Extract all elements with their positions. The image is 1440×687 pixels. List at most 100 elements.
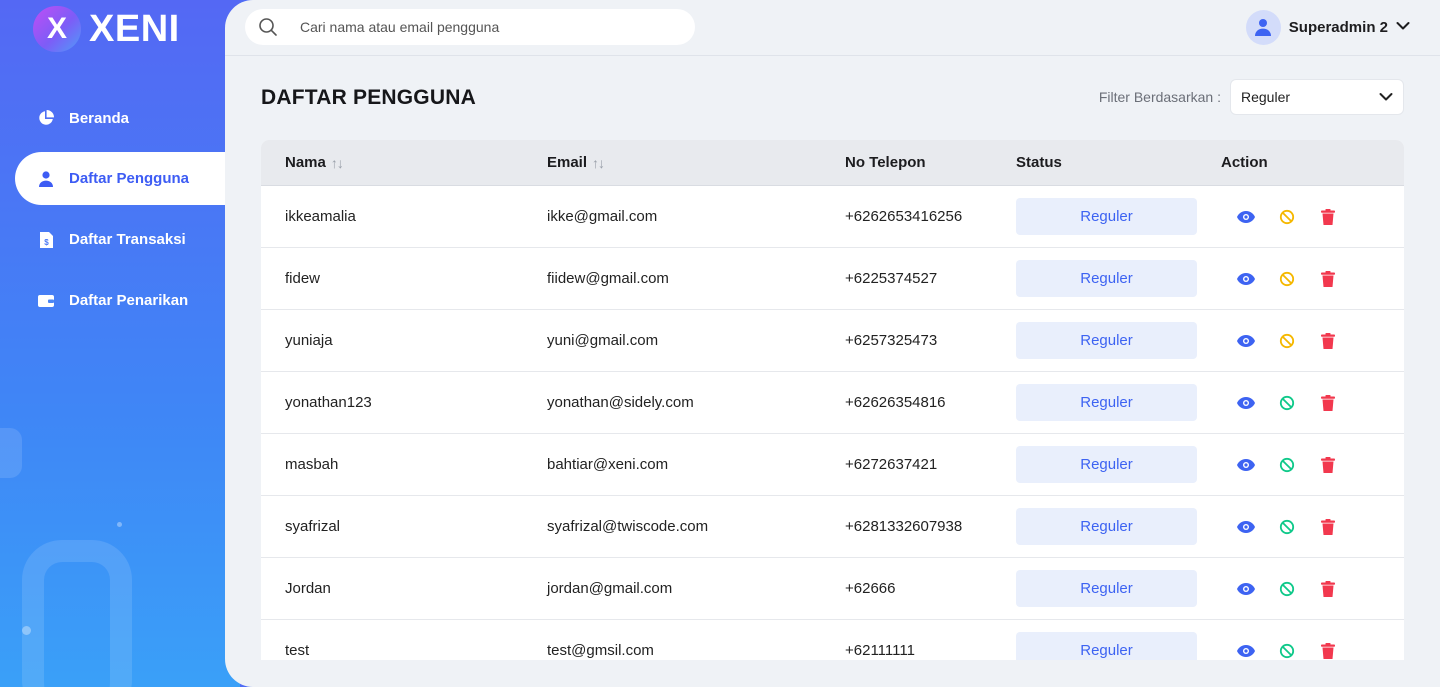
page-title: DAFTAR PENGGUNA xyxy=(261,86,476,109)
block-user-icon[interactable] xyxy=(1277,269,1297,289)
cell-name: test xyxy=(285,642,310,659)
delete-trash-icon[interactable] xyxy=(1318,393,1338,413)
cell-name: Jordan xyxy=(285,580,331,597)
view-eye-icon[interactable] xyxy=(1236,517,1256,537)
cell-phone: +62111111 xyxy=(845,642,915,659)
brand-logo[interactable]: X XENI xyxy=(33,6,180,52)
delete-trash-icon[interactable] xyxy=(1318,517,1338,537)
table-row: ikkeamalia ikke@gmail.com +6262653416256 Re… xyxy=(261,186,1404,248)
search-bar[interactable] xyxy=(245,9,695,45)
user-table: Nama ↑↓ Email ↑↓ No Telepon Status Actio… xyxy=(261,140,1404,660)
cell-name: ikkeamalia xyxy=(285,208,356,225)
cell-status: Reguler xyxy=(1016,198,1221,235)
cell-status: Reguler xyxy=(1016,632,1221,660)
status-badge[interactable]: Reguler xyxy=(1016,198,1197,235)
sort-icon[interactable]: ↑↓ xyxy=(331,155,344,171)
delete-trash-icon[interactable] xyxy=(1318,579,1338,599)
status-badge[interactable]: Reguler xyxy=(1016,322,1197,359)
top-bar: Superadmin 2 xyxy=(225,0,1440,56)
cell-status: Reguler xyxy=(1016,384,1221,421)
search-icon xyxy=(257,16,279,38)
cell-actions xyxy=(1221,517,1404,537)
column-header-nama[interactable]: Nama ↑↓ xyxy=(261,154,547,171)
sidebar-item-daftar-penarikan[interactable]: Daftar Penarikan xyxy=(0,274,240,327)
block-user-icon[interactable] xyxy=(1277,393,1297,413)
decorative-dot xyxy=(117,522,122,527)
filter-select[interactable]: Reguler xyxy=(1230,79,1404,115)
cell-email: fiidew@gmail.com xyxy=(547,270,669,287)
cell-actions xyxy=(1221,641,1404,661)
sidebar-item-daftar-transaksi[interactable]: $ Daftar Transaksi xyxy=(0,213,240,266)
block-user-icon[interactable] xyxy=(1277,579,1297,599)
view-eye-icon[interactable] xyxy=(1236,579,1256,599)
filter-label: Filter Berdasarkan : xyxy=(1098,89,1221,105)
cell-email: yuni@gmail.com xyxy=(547,332,659,349)
block-user-icon[interactable] xyxy=(1277,207,1297,227)
status-badge[interactable]: Reguler xyxy=(1016,446,1197,483)
cell-name: yuniaja xyxy=(285,332,333,349)
sidebar-item-label: Beranda xyxy=(69,109,130,127)
search-input[interactable] xyxy=(300,19,680,35)
table-row: Jordan jordan@gmail.com +62666 Reguler xyxy=(261,558,1404,620)
delete-trash-icon[interactable] xyxy=(1318,455,1338,475)
table-row: test test@gmsil.com +62111111 Reguler xyxy=(261,620,1404,660)
filter-value: Reguler xyxy=(1241,89,1291,105)
filter: Filter Berdasarkan : Reguler xyxy=(1099,79,1404,115)
logo-mark-icon: X xyxy=(33,6,81,52)
delete-trash-icon[interactable] xyxy=(1318,641,1338,661)
table-row: yuniaja yuni@gmail.com +6257325473 Reguler xyxy=(261,310,1404,372)
decorative-dot xyxy=(22,626,31,635)
cell-status: Reguler xyxy=(1016,322,1221,359)
sidebar-item-label: Daftar Pengguna xyxy=(69,170,190,187)
status-badge[interactable]: Reguler xyxy=(1016,260,1197,297)
block-user-icon[interactable] xyxy=(1277,331,1297,351)
cell-actions xyxy=(1221,269,1404,289)
status-badge[interactable]: Reguler xyxy=(1016,384,1197,421)
pie-chart-icon xyxy=(38,110,54,126)
sidebar-item-label: Daftar Penarikan xyxy=(69,292,189,309)
block-user-icon[interactable] xyxy=(1277,455,1297,475)
block-user-icon[interactable] xyxy=(1277,517,1297,537)
cell-name: syafrizal xyxy=(285,518,341,535)
column-header-action: Action xyxy=(1221,154,1268,171)
block-user-icon[interactable] xyxy=(1277,641,1297,661)
cell-actions xyxy=(1221,455,1404,475)
delete-trash-icon[interactable] xyxy=(1318,207,1338,227)
sidebar-item-daftar-pengguna[interactable]: Daftar Pengguna xyxy=(15,152,240,205)
cell-email: test@gmsil.com xyxy=(547,642,654,659)
cell-phone: +6257325473 xyxy=(845,332,938,349)
cell-phone: +62626354816 xyxy=(845,394,946,411)
view-eye-icon[interactable] xyxy=(1236,269,1256,289)
view-eye-icon[interactable] xyxy=(1236,207,1256,227)
user-icon xyxy=(38,170,54,187)
wallet-icon xyxy=(38,293,54,309)
table-row: fidew fiidew@gmail.com +6225374527 Reguler xyxy=(261,248,1404,310)
user-menu[interactable]: Superadmin 2 xyxy=(1245,9,1410,45)
table-row: syafrizal syafrizal@twiscode.com +62813326… xyxy=(261,496,1404,558)
status-badge[interactable]: Reguler xyxy=(1016,570,1197,607)
column-header-email[interactable]: Email ↑↓ xyxy=(547,154,845,171)
cell-phone: +6225374527 xyxy=(845,270,938,287)
cell-actions xyxy=(1221,207,1404,227)
view-eye-icon[interactable] xyxy=(1236,641,1256,661)
sort-icon[interactable]: ↑↓ xyxy=(592,155,605,171)
table-body: ikkeamalia ikke@gmail.com +6262653416256 Re… xyxy=(261,186,1404,660)
view-eye-icon[interactable] xyxy=(1236,455,1256,475)
column-header-status: Status xyxy=(1016,154,1062,171)
chevron-down-icon xyxy=(1396,18,1410,36)
cell-email: ikke@gmail.com xyxy=(547,208,658,225)
sidebar-item-beranda[interactable]: Beranda xyxy=(0,92,240,144)
delete-trash-icon[interactable] xyxy=(1318,331,1338,351)
cell-phone: +6262653416256 xyxy=(845,208,963,225)
cell-name: masbah xyxy=(285,456,339,473)
cell-email: syafrizal@twiscode.com xyxy=(547,518,709,535)
cell-actions xyxy=(1221,579,1404,599)
cell-name: fidew xyxy=(285,270,321,287)
status-badge[interactable]: Reguler xyxy=(1016,508,1197,545)
delete-trash-icon[interactable] xyxy=(1318,269,1338,289)
cell-email: bahtiar@xeni.com xyxy=(547,456,669,473)
status-badge[interactable]: Reguler xyxy=(1016,632,1197,660)
view-eye-icon[interactable] xyxy=(1236,393,1256,413)
view-eye-icon[interactable] xyxy=(1236,331,1256,351)
cell-name: yonathan123 xyxy=(285,394,372,411)
